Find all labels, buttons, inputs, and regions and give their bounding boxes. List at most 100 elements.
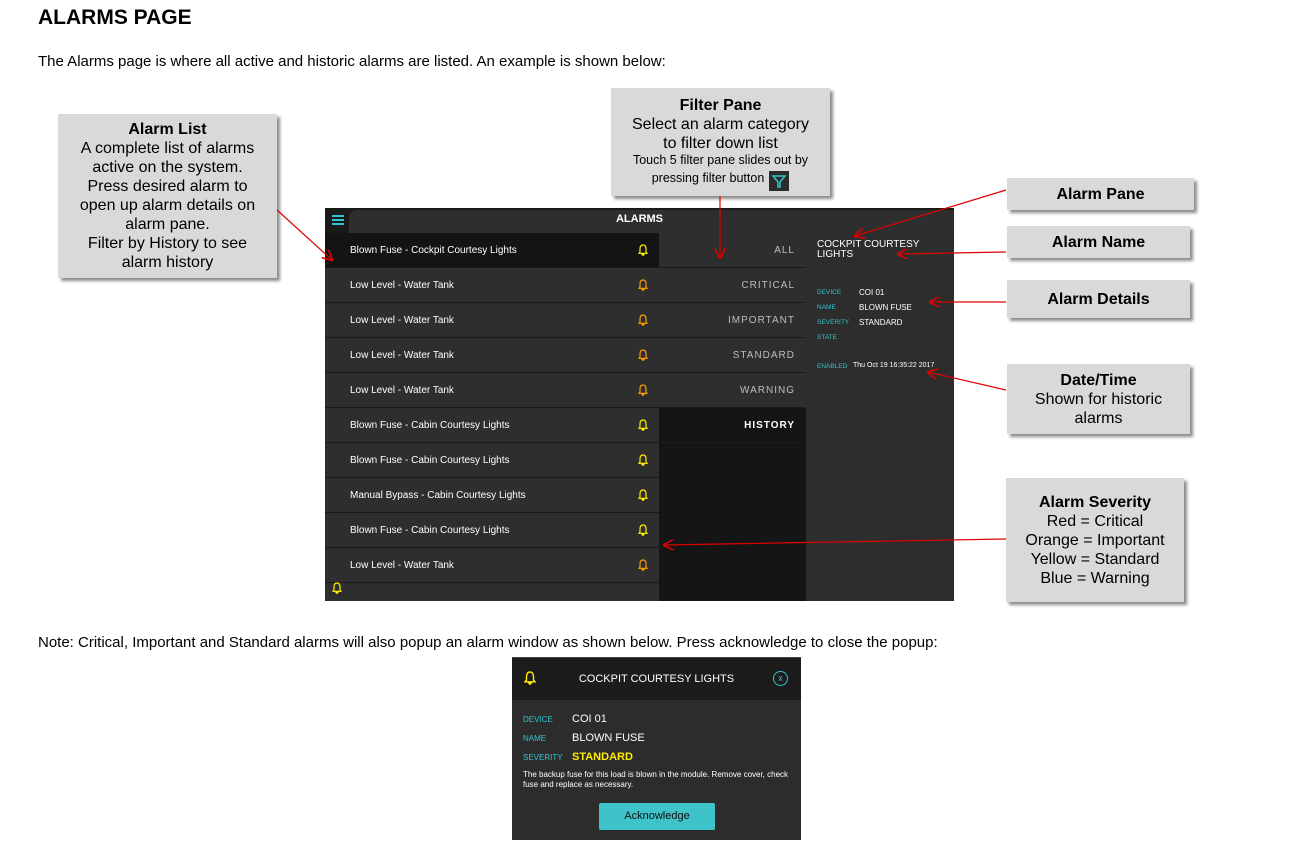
bell-icon bbox=[638, 419, 648, 431]
callout-note-row: pressing filter button bbox=[611, 168, 830, 191]
popup-title: COCKPIT COURTESY LIGHTS bbox=[578, 673, 735, 685]
alarm-label: Blown Fuse - Cabin Courtesy Lights bbox=[350, 420, 510, 431]
name-value: BLOWN FUSE bbox=[859, 303, 912, 312]
state-key: STATE bbox=[817, 334, 837, 341]
filter-label: CRITICAL bbox=[741, 280, 795, 291]
alarm-name: COCKPIT COURTESY LIGHTS bbox=[817, 239, 920, 260]
callout-alarm-list: Alarm List A complete list of alarms act… bbox=[58, 114, 277, 278]
bell-icon bbox=[638, 349, 648, 361]
intro-text: The Alarms page is where all active and … bbox=[38, 53, 666, 70]
bell-icon[interactable] bbox=[332, 582, 342, 594]
popup-device-key: DEVICE bbox=[523, 715, 553, 724]
filter-icon bbox=[769, 171, 790, 191]
callout-line: Red = Critical bbox=[1046, 512, 1144, 530]
filter-history[interactable]: HISTORY bbox=[659, 408, 806, 443]
callout-alarm-name: Alarm Name bbox=[1007, 226, 1190, 258]
alarm-label: Low Level - Water Tank bbox=[350, 350, 454, 361]
callout-date-time: Date/Time Shown for historic alarms bbox=[1007, 364, 1190, 434]
filter-standard[interactable]: STANDARD bbox=[659, 338, 806, 373]
callout-title: Filter Pane bbox=[679, 97, 762, 114]
callout-line: Shown for historic bbox=[1034, 390, 1163, 408]
callout-alarm-pane: Alarm Pane bbox=[1007, 178, 1194, 210]
close-icon[interactable]: x bbox=[773, 671, 788, 686]
alarm-list: Blown Fuse - Cockpit Courtesy Lights Low… bbox=[325, 233, 659, 601]
page-title: ALARMS PAGE bbox=[38, 6, 192, 29]
popup-severity-value: STANDARD bbox=[572, 751, 633, 763]
alarm-row[interactable]: Blown Fuse - Cabin Courtesy Lights bbox=[325, 443, 659, 478]
filter-label: ALL bbox=[774, 245, 795, 256]
callout-title: Alarm List bbox=[128, 121, 207, 138]
callout-line: Blue = Warning bbox=[1040, 569, 1150, 587]
alarm-row[interactable]: Low Level - Water Tank bbox=[325, 548, 659, 583]
filter-label: WARNING bbox=[740, 385, 795, 396]
callout-line: alarm pane. bbox=[125, 216, 210, 233]
callout-title: Date/Time bbox=[1060, 371, 1137, 389]
alarm-label: Blown Fuse - Cabin Courtesy Lights bbox=[350, 525, 510, 536]
acknowledge-button[interactable]: Acknowledge bbox=[599, 803, 715, 830]
filter-label: IMPORTANT bbox=[728, 315, 795, 326]
filter-critical[interactable]: CRITICAL bbox=[659, 268, 806, 303]
filter-pane: ALL CRITICAL IMPORTANT STANDARD WARNING … bbox=[659, 233, 806, 601]
name-key: NAME bbox=[817, 304, 836, 311]
callout-line: to filter down list bbox=[663, 135, 778, 152]
alarm-row[interactable]: Blown Fuse - Cockpit Courtesy Lights bbox=[325, 233, 659, 268]
callout-title: Alarm Severity bbox=[1038, 493, 1152, 511]
callout-line: Select an alarm category bbox=[632, 116, 809, 133]
alarm-detail-pane: COCKPIT COURTESY LIGHTS DEVICE COI 01 NA… bbox=[806, 233, 954, 601]
callout-filter-pane: Filter Pane Select an alarm category to … bbox=[611, 88, 830, 196]
bell-icon bbox=[638, 279, 648, 291]
filter-label: HISTORY bbox=[744, 420, 795, 431]
popup-severity-key: SEVERITY bbox=[523, 753, 563, 762]
arrow-alarm-list bbox=[276, 209, 332, 260]
alarm-row[interactable]: Low Level - Water Tank bbox=[325, 373, 659, 408]
callout-title: Alarm Pane bbox=[1056, 185, 1145, 203]
callout-line: Orange = Important bbox=[1025, 531, 1165, 549]
alarm-row[interactable]: Low Level - Water Tank bbox=[325, 338, 659, 373]
alarm-label: Blown Fuse - Cabin Courtesy Lights bbox=[350, 455, 510, 466]
note-text: Note: Critical, Important and Standard a… bbox=[38, 634, 938, 651]
callout-line: Press desired alarm to bbox=[87, 178, 248, 195]
alarm-row[interactable]: Blown Fuse - Cabin Courtesy Lights bbox=[325, 513, 659, 548]
alarm-row[interactable]: Low Level - Water Tank bbox=[325, 303, 659, 338]
alarm-row[interactable]: Blown Fuse - Cabin Courtesy Lights bbox=[325, 408, 659, 443]
device-value: COI 01 bbox=[859, 288, 885, 297]
popup-description: The backup fuse for this load is blown i… bbox=[523, 770, 789, 789]
callout-line: A complete list of alarms bbox=[80, 140, 255, 157]
popup-name-value: BLOWN FUSE bbox=[572, 732, 645, 744]
alarm-row-partial[interactable] bbox=[325, 583, 659, 601]
filter-warning[interactable]: WARNING bbox=[659, 373, 806, 408]
filter-important[interactable]: IMPORTANT bbox=[659, 303, 806, 338]
bell-icon bbox=[638, 384, 648, 396]
popup-device-value: COI 01 bbox=[572, 713, 607, 725]
callout-title: Alarm Name bbox=[1051, 233, 1146, 251]
callout-line: Yellow = Standard bbox=[1030, 550, 1160, 568]
enabled-key: ENABLED bbox=[817, 363, 848, 370]
alarm-label: Low Level - Water Tank bbox=[350, 315, 454, 326]
callout-note: pressing filter button bbox=[651, 170, 765, 185]
alarm-row[interactable]: Low Level - Water Tank bbox=[325, 268, 659, 303]
callout-note: Touch 5 filter pane slides out by bbox=[632, 153, 809, 167]
callout-alarm-severity: Alarm Severity Red = Critical Orange = I… bbox=[1006, 478, 1184, 602]
alarm-label: Blown Fuse - Cockpit Courtesy Lights bbox=[350, 245, 517, 256]
severity-key: SEVERITY bbox=[817, 319, 850, 326]
top-bar: ALARMS bbox=[325, 208, 954, 233]
bell-icon bbox=[638, 559, 648, 571]
alarm-label: Low Level - Water Tank bbox=[350, 385, 454, 396]
filter-label: STANDARD bbox=[732, 350, 795, 361]
alarm-row[interactable]: Manual Bypass - Cabin Courtesy Lights bbox=[325, 478, 659, 513]
callout-line: alarms bbox=[1074, 409, 1123, 427]
alarm-label: Manual Bypass - Cabin Courtesy Lights bbox=[350, 490, 526, 501]
popup-name-key: NAME bbox=[523, 734, 547, 743]
alarms-screen: ALARMS Blown Fuse - Cockpit Courtesy Lig… bbox=[325, 208, 954, 601]
alarm-label: Low Level - Water Tank bbox=[350, 280, 454, 291]
severity-value: STANDARD bbox=[859, 318, 903, 327]
filter-all[interactable]: ALL bbox=[659, 233, 806, 268]
callout-line: Filter by History to see bbox=[87, 235, 248, 252]
screen-title: ALARMS bbox=[615, 213, 664, 225]
callout-alarm-details: Alarm Details bbox=[1007, 280, 1190, 318]
bell-icon bbox=[638, 489, 648, 501]
alarm-popup: COCKPIT COURTESY LIGHTS x DEVICE COI 01 … bbox=[512, 657, 801, 840]
bell-icon bbox=[638, 244, 648, 256]
bell-icon bbox=[638, 454, 648, 466]
callout-title: Alarm Details bbox=[1047, 290, 1150, 308]
